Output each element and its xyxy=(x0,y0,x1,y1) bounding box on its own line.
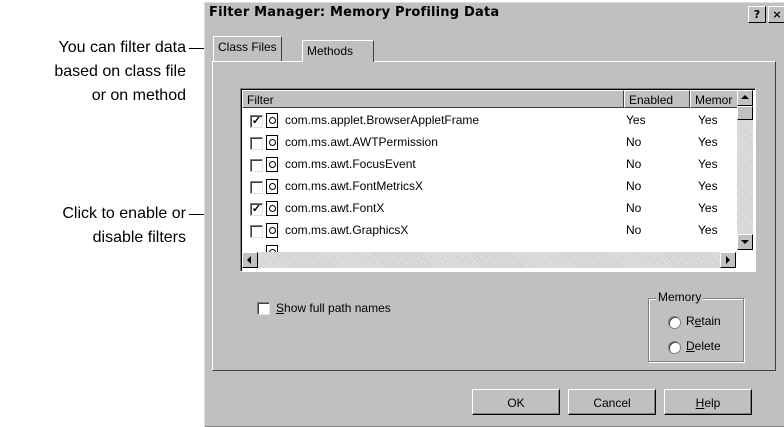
enable-checkbox[interactable] xyxy=(250,159,263,172)
show-full-path-text: how full path names xyxy=(284,301,391,315)
enabled-value: No xyxy=(626,201,642,215)
filter-name: com.ms.awt.AWTPermission xyxy=(285,135,438,149)
memory-value: Yes xyxy=(698,201,718,215)
callout-filter-type: You can filter data based on class file … xyxy=(0,36,186,108)
list-item[interactable]: com.ms.awt.FontMetricsX No Yes xyxy=(243,176,733,198)
arrow-right-icon xyxy=(726,256,730,264)
callout-line: or on method xyxy=(91,87,186,104)
callout-line: disable filters xyxy=(92,229,186,246)
show-full-path-checkbox[interactable] xyxy=(257,302,270,315)
filter-name: com.ms.awt.FontX xyxy=(285,201,385,215)
callout-line: Click to enable or xyxy=(62,205,186,222)
enable-checkbox[interactable] xyxy=(250,225,263,238)
enable-checkbox[interactable] xyxy=(250,181,263,194)
enabled-value: No xyxy=(626,223,642,237)
access-key: e xyxy=(694,314,702,328)
class-file-icon xyxy=(266,201,278,216)
enabled-value: Yes xyxy=(626,113,646,127)
list-item[interactable]: com.ms.awt.GraphicsX No Yes xyxy=(243,220,733,242)
close-icon: × xyxy=(772,8,782,21)
memory-value: Yes xyxy=(698,113,718,127)
enable-checkbox[interactable]: ✓ xyxy=(250,203,263,216)
scroll-down-button[interactable] xyxy=(737,234,753,250)
ok-button[interactable]: OK xyxy=(472,389,560,415)
list-item[interactable]: com.ms.awt.AWTPermission No Yes xyxy=(243,132,733,154)
list-item[interactable]: ✓ com.ms.awt.FontX No Yes xyxy=(243,198,733,220)
scroll-thumb[interactable] xyxy=(737,106,753,120)
title-bar: Filter Manager: Memory Profiling Data ? … xyxy=(206,4,784,24)
window-title: Filter Manager: Memory Profiling Data xyxy=(209,5,500,20)
delete-radio[interactable] xyxy=(668,341,681,354)
filter-name: com.ms.awt.GraphicsX xyxy=(285,223,409,237)
memory-value: Yes xyxy=(698,223,718,237)
retain-label[interactable]: Retain xyxy=(686,314,721,328)
list-item[interactable]: com.ms.awt.FocusEvent No Yes xyxy=(243,154,733,176)
scroll-up-button[interactable] xyxy=(737,90,753,106)
delete-label[interactable]: Delete xyxy=(686,339,721,353)
memory-group-label: Memory xyxy=(656,290,704,304)
callout-line: You can filter data xyxy=(58,39,187,56)
scroll-right-button[interactable] xyxy=(720,252,736,268)
help-button[interactable]: Help xyxy=(664,389,752,415)
enabled-value: No xyxy=(626,157,642,171)
access-key: S xyxy=(276,301,285,315)
enable-checkbox[interactable]: ✓ xyxy=(250,115,263,128)
access-key: D xyxy=(686,339,695,353)
arrow-left-icon xyxy=(247,256,251,264)
filter-name: com.ms.awt.FontMetricsX xyxy=(285,179,424,193)
enabled-value: No xyxy=(626,179,642,193)
memory-value: Yes xyxy=(698,157,718,171)
list-item[interactable]: ✓ com.ms.applet.BrowserAppletFrame Yes Y… xyxy=(243,110,733,132)
callout-enable-filters: Click to enable or disable filters xyxy=(0,202,186,250)
filter-name: com.ms.applet.BrowserAppletFrame xyxy=(285,113,480,127)
class-file-icon xyxy=(266,113,278,128)
enable-checkbox[interactable] xyxy=(250,137,263,150)
arrow-down-icon xyxy=(741,240,749,244)
column-header-filter[interactable]: Filter xyxy=(242,90,624,108)
class-file-icon xyxy=(266,223,278,238)
cancel-button[interactable]: Cancel xyxy=(568,389,656,415)
help-icon: ? xyxy=(753,8,761,21)
vertical-scrollbar[interactable] xyxy=(737,90,753,250)
filter-name: com.ms.awt.FocusEvent xyxy=(285,157,416,171)
filter-list[interactable]: Filter Enabled Memor ✓ com.ms.applet.Bro… xyxy=(240,88,756,272)
class-file-icon xyxy=(266,179,278,194)
memory-value: Yes xyxy=(698,179,718,193)
close-title-button[interactable]: × xyxy=(768,6,784,23)
help-title-button[interactable]: ? xyxy=(748,6,766,23)
tab-class-files[interactable]: Class Files xyxy=(213,36,282,61)
access-key: H xyxy=(695,396,705,410)
scroll-left-button[interactable] xyxy=(242,252,258,268)
class-file-icon xyxy=(266,157,278,172)
tab-methods[interactable]: Methods xyxy=(302,40,374,62)
show-full-path-label[interactable]: Show full path names xyxy=(276,301,391,315)
enabled-value: No xyxy=(626,135,642,149)
arrow-up-icon xyxy=(741,95,749,99)
memory-value: Yes xyxy=(698,135,718,149)
column-header-memory[interactable]: Memor xyxy=(690,90,738,108)
callout-line: based on class file xyxy=(54,63,186,80)
column-header-enabled[interactable]: Enabled xyxy=(624,90,690,108)
retain-radio[interactable] xyxy=(668,316,681,329)
class-file-icon xyxy=(266,135,278,150)
horizontal-scrollbar[interactable] xyxy=(242,252,736,268)
